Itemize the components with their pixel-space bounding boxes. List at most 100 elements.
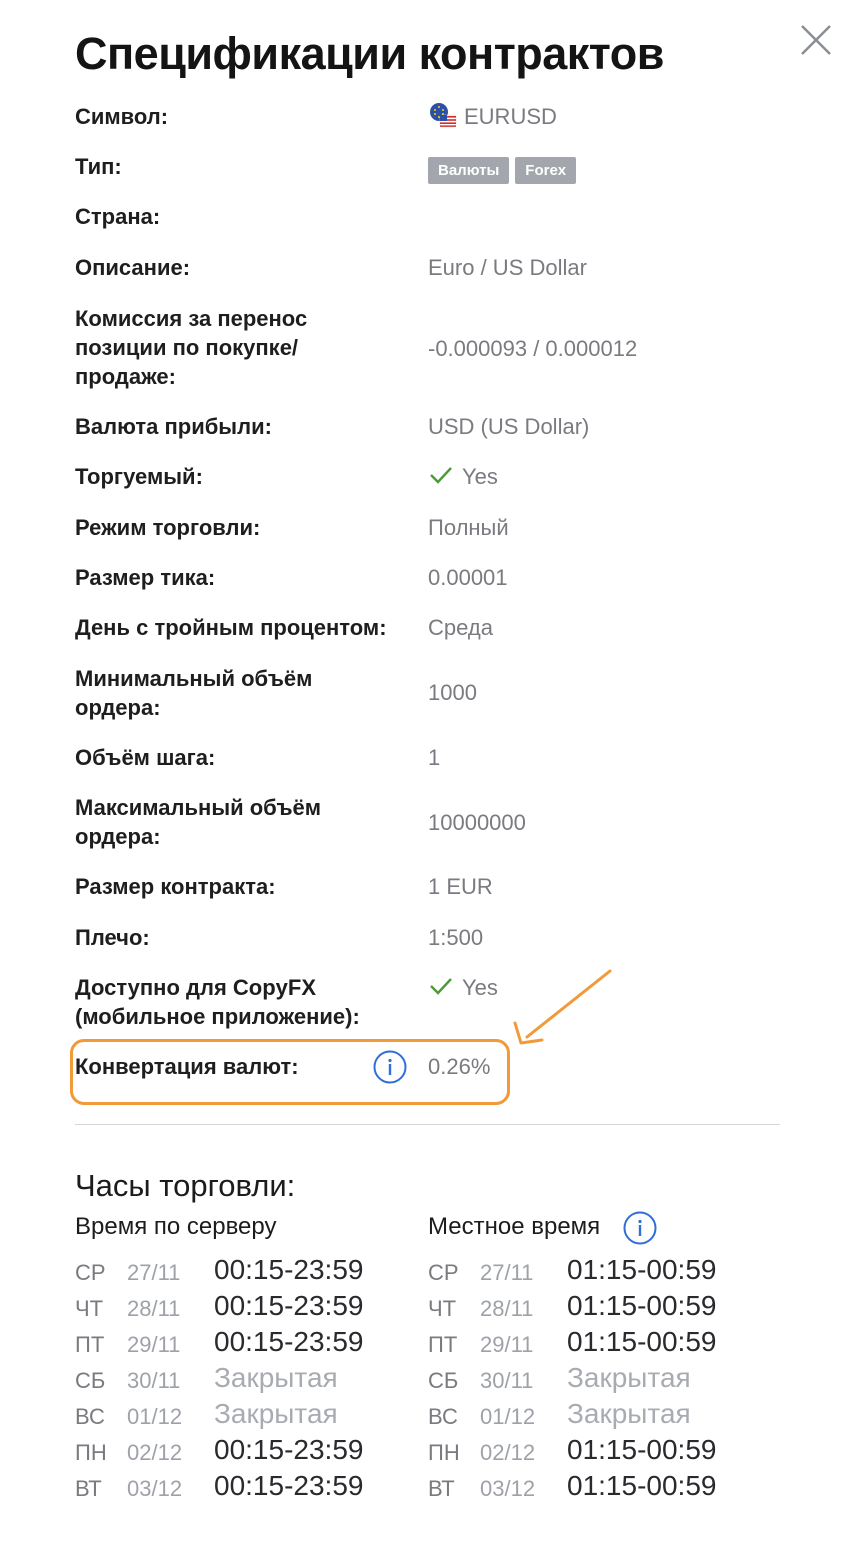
hours-date: 02/12 (127, 1440, 183, 1465)
description-value: Euro / US Dollar (428, 255, 587, 280)
hours-date: 03/12 (127, 1476, 183, 1501)
country-label: Страна: (75, 204, 161, 229)
section-divider (75, 1124, 780, 1125)
contract-size-label: Размер контракта: (75, 874, 276, 899)
server-time-heading: Время по серверу (75, 1213, 277, 1240)
hours-day: СР (428, 1260, 459, 1285)
hours-day: ПН (75, 1440, 107, 1465)
leverage-value: 1:500 (428, 925, 484, 950)
swap-label-line-2: позиции по покупке/ (75, 335, 299, 360)
hours-day: ВС (428, 1404, 458, 1429)
trading-hours-title: Часы торговли: (75, 1168, 296, 1203)
symbol-value: EURUSD (464, 104, 557, 129)
contract-size-value: 1 EUR (428, 874, 493, 899)
hours-time: 00:15-23:59 (214, 1434, 364, 1465)
check-icon (430, 978, 452, 995)
tick-size-label: Размер тика: (75, 565, 216, 590)
annotation-arrow-icon (513, 969, 612, 1045)
conversion-value: 0.26% (428, 1054, 491, 1079)
max-volume-label: Максимальный объём ордера: (75, 793, 420, 851)
min-volume-label: Минимальный объём ордера: (75, 664, 420, 722)
hours-time: Закрытая (214, 1362, 338, 1393)
hours-date: 27/11 (127, 1260, 181, 1285)
min-volume-value: 1000 (428, 680, 477, 705)
hours-date: 02/12 (480, 1440, 536, 1465)
max-volume-label-line-1: Максимальный объём (75, 795, 322, 820)
dialog-title: Спецификации контрактов (75, 28, 664, 79)
leverage-label: Плечо: (75, 925, 150, 950)
max-volume-label-line-2: ордера: (75, 824, 161, 849)
hours-day: ПТ (75, 1332, 105, 1357)
info-icon[interactable] (373, 1050, 407, 1084)
triple-day-value: Среда (428, 615, 493, 640)
hours-day: СР (75, 1260, 106, 1285)
hours-time: 01:15-00:59 (567, 1470, 717, 1501)
triple-day-label: День с тройным процентом: (75, 615, 387, 640)
conversion-label: Конвертация валют: (75, 1054, 299, 1079)
step-volume-value: 1 (428, 745, 441, 770)
hours-day: ПН (428, 1440, 460, 1465)
hours-date: 28/11 (127, 1296, 181, 1321)
hours-time: 01:15-00:59 (567, 1434, 717, 1465)
hours-time: 00:15-23:59 (214, 1254, 364, 1285)
copyfx-value: Yes (462, 975, 498, 1000)
symbol-label: Символ: (75, 104, 169, 129)
hours-day: СБ (428, 1368, 459, 1393)
hours-date: 28/11 (480, 1296, 534, 1321)
copyfx-label-line-1: Доступно для CopyFX (75, 975, 317, 1000)
swap-label: Комиссия за перенос позиции по покупке/ … (75, 304, 420, 391)
max-volume-value: 10000000 (428, 810, 526, 835)
hours-time: Закрытая (567, 1362, 691, 1393)
hours-date: 30/11 (480, 1368, 534, 1393)
step-volume-label: Объём шага: (75, 745, 216, 770)
eu-us-flag-icon (428, 101, 458, 131)
type-label: Тип: (75, 154, 122, 179)
close-icon (801, 25, 831, 55)
hours-time: 01:15-00:59 (567, 1290, 717, 1321)
hours-date: 27/11 (480, 1260, 534, 1285)
hours-date: 01/12 (480, 1404, 536, 1429)
hours-day: ВС (75, 1404, 105, 1429)
hours-day: ВТ (75, 1476, 102, 1501)
swap-label-line-1: Комиссия за перенос (75, 306, 308, 331)
hours-day: ЧТ (75, 1296, 104, 1321)
tradable-value-wrap: Yes (428, 462, 498, 491)
tradable-value: Yes (462, 464, 498, 489)
info-icon[interactable] (623, 1211, 657, 1245)
type-badges: Валюты Forex (428, 153, 582, 184)
hours-time: Закрытая (214, 1398, 338, 1429)
type-badge-forex[interactable]: Forex (515, 157, 577, 184)
hours-date: 01/12 (127, 1404, 183, 1429)
local-time-heading: Местное время (428, 1213, 601, 1240)
type-badge-currencies[interactable]: Валюты (428, 157, 510, 184)
copyfx-label: Доступно для CopyFX (мобильное приложени… (75, 973, 420, 1031)
hours-date: 30/11 (127, 1368, 181, 1393)
hours-date: 29/11 (480, 1332, 534, 1357)
tradable-label: Торгуемый: (75, 464, 203, 489)
profit-currency-value: USD (US Dollar) (428, 414, 590, 439)
symbol-value-wrap: EURUSD (428, 102, 557, 133)
close-button[interactable] (798, 22, 834, 58)
hours-day: ВТ (428, 1476, 455, 1501)
hours-time: Закрытая (567, 1398, 691, 1429)
swap-value: -0.000093 / 0.000012 (428, 336, 638, 361)
trade-mode-label: Режим торговли: (75, 515, 261, 540)
swap-label-line-3: продаже: (75, 364, 176, 389)
min-volume-label-line-2: ордера: (75, 695, 161, 720)
hours-day: ПТ (428, 1332, 458, 1357)
copyfx-value-wrap: Yes (428, 973, 498, 1002)
hours-date: 03/12 (480, 1476, 536, 1501)
hours-date: 29/11 (127, 1332, 181, 1357)
hours-time: 01:15-00:59 (567, 1326, 717, 1357)
min-volume-label-line-1: Минимальный объём (75, 666, 313, 691)
description-label: Описание: (75, 255, 191, 280)
copyfx-label-line-2: (мобильное приложение): (75, 1004, 360, 1029)
trade-mode-value: Полный (428, 515, 509, 540)
hours-time: 00:15-23:59 (214, 1470, 364, 1501)
profit-currency-label: Валюта прибыли: (75, 414, 272, 439)
check-icon (430, 467, 452, 484)
tick-size-value: 0.00001 (428, 565, 508, 590)
hours-day: ЧТ (428, 1296, 457, 1321)
hours-day: СБ (75, 1368, 106, 1393)
hours-time: 01:15-00:59 (567, 1254, 717, 1285)
